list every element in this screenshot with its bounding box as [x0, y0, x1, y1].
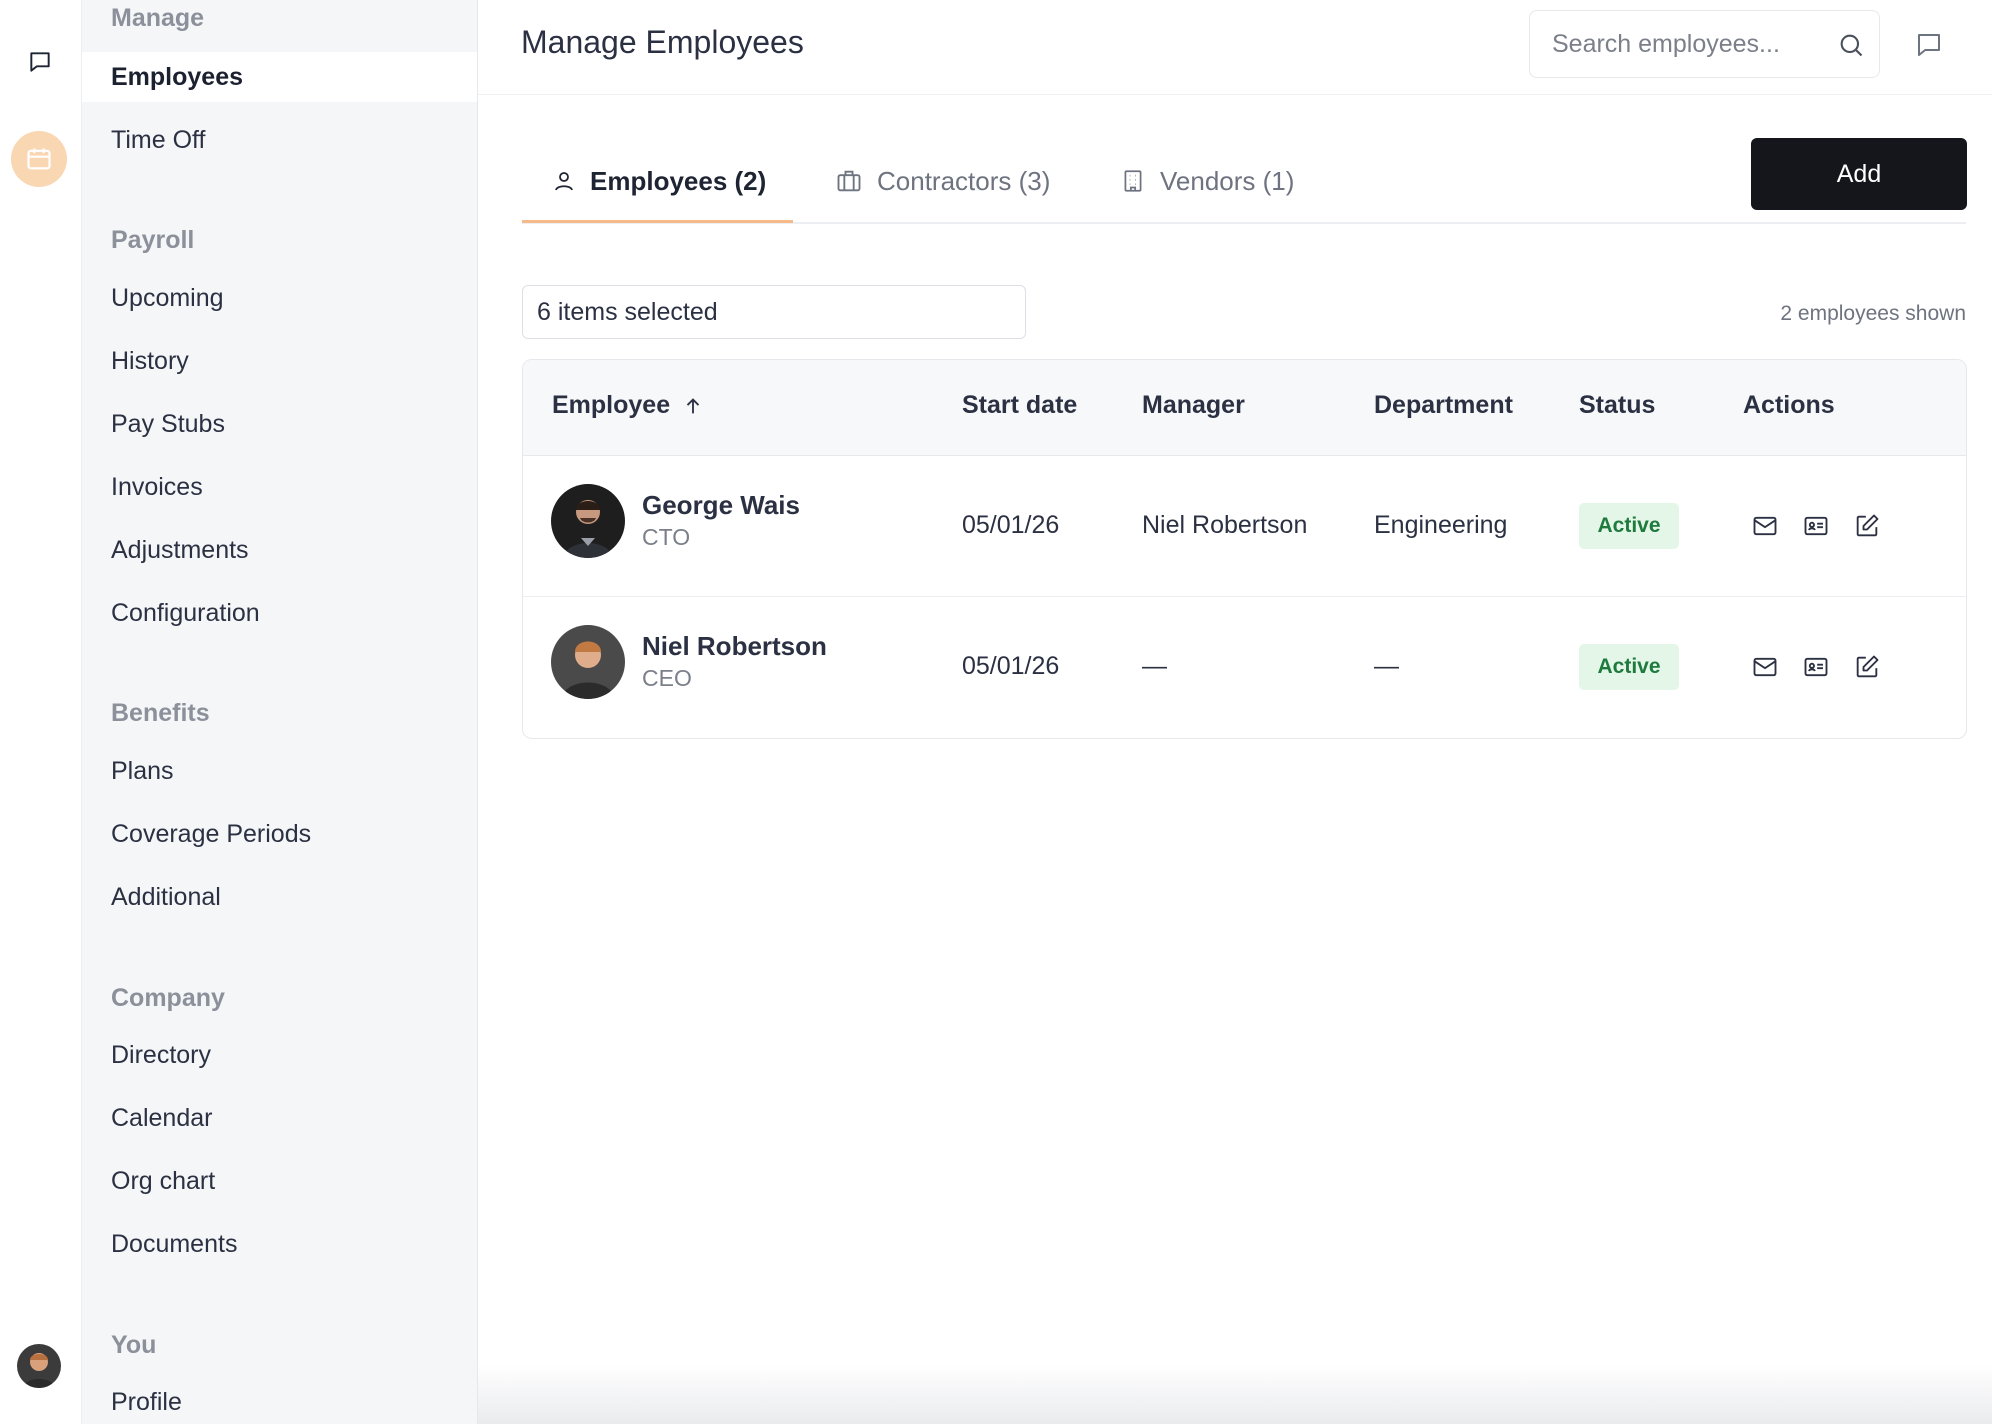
column-employee[interactable]: Employee: [552, 391, 704, 420]
user-avatar[interactable]: [17, 1344, 61, 1388]
sidebar-item-coverage-periods[interactable]: Coverage Periods: [82, 809, 477, 859]
sidebar-item-directory[interactable]: Directory: [82, 1030, 477, 1080]
sidebar-section-you: You: [111, 1331, 157, 1359]
column-start-date[interactable]: Start date: [962, 391, 1077, 420]
employee-role: CTO: [642, 524, 691, 550]
id-card-icon[interactable]: [1800, 510, 1832, 542]
manager: —: [1142, 652, 1167, 680]
column-manager[interactable]: Manager: [1142, 391, 1245, 420]
sidebar-item-org-chart[interactable]: Org chart: [82, 1156, 477, 1206]
tab-vendors[interactable]: Vendors (1): [1120, 138, 1294, 224]
sidebar-item-profile[interactable]: Profile: [82, 1377, 477, 1424]
sidebar-item-pay-stubs[interactable]: Pay Stubs: [82, 399, 477, 449]
icon-rail: [0, 0, 82, 1424]
sidebar-item-documents[interactable]: Documents: [82, 1219, 477, 1269]
table-row[interactable]: Niel Robertson CEO 05/01/26 — — Active: [523, 597, 1966, 738]
column-actions: Actions: [1743, 391, 1835, 419]
status-badge: Active: [1579, 644, 1679, 690]
sidebar-item-time-off[interactable]: Time Off: [82, 115, 477, 165]
message-icon[interactable]: [1914, 30, 1944, 60]
user-icon: [552, 169, 576, 193]
search-icon[interactable]: [1837, 31, 1865, 64]
search-input[interactable]: [1552, 11, 1822, 77]
department: —: [1374, 652, 1399, 680]
sidebar-item-employees[interactable]: Employees: [82, 52, 477, 102]
sidebar-item-calendar[interactable]: Calendar: [82, 1093, 477, 1143]
sidebar-item-invoices[interactable]: Invoices: [82, 462, 477, 512]
sidebar-item-plans[interactable]: Plans: [82, 746, 477, 796]
start-date: 05/01/26: [962, 652, 1060, 680]
sidebar-section-manage: Manage: [111, 4, 205, 32]
add-button[interactable]: Add: [1751, 138, 1967, 210]
table-header: Employee Start date Manager Department S…: [523, 360, 1966, 456]
bottom-fade: [478, 1364, 1992, 1424]
tab-employees[interactable]: Employees (2): [552, 138, 766, 224]
start-date: 05/01/26: [962, 511, 1060, 539]
tab-employees-label: Employees (2): [590, 165, 767, 196]
sidebar-item-upcoming[interactable]: Upcoming: [82, 273, 477, 323]
tab-bar: Employees (2) Contractors (3) Vendors (1…: [522, 138, 1966, 224]
tab-contractors-label: Contractors (3): [877, 165, 1051, 196]
employee-count: 2 employees shown: [1780, 302, 1966, 325]
employee-avatar: [551, 625, 625, 699]
column-department[interactable]: Department: [1374, 391, 1513, 420]
employees-table: Employee Start date Manager Department S…: [522, 359, 1967, 739]
sidebar-section-company: Company: [111, 984, 225, 1012]
employee-name[interactable]: Niel Robertson: [642, 631, 827, 662]
table-row[interactable]: George Wais CTO 05/01/26 Niel Robertson …: [523, 456, 1966, 597]
sidebar-item-adjustments[interactable]: Adjustments: [82, 525, 477, 575]
sidebar-item-history[interactable]: History: [82, 336, 477, 386]
column-status[interactable]: Status: [1579, 391, 1655, 420]
building-icon: [1120, 168, 1146, 194]
tab-contractors[interactable]: Contractors (3): [835, 138, 1050, 224]
selection-filter[interactable]: 6 items selected: [522, 285, 1026, 339]
mail-icon[interactable]: [1749, 510, 1781, 542]
edit-icon[interactable]: [1851, 651, 1883, 683]
manager: Niel Robertson: [1142, 511, 1308, 539]
calendar-app-icon[interactable]: [11, 131, 67, 187]
employee-role: CEO: [642, 665, 692, 691]
column-employee-label: Employee: [552, 391, 671, 419]
employee-name[interactable]: George Wais: [642, 490, 800, 521]
sidebar-section-benefits: Benefits: [111, 699, 210, 727]
page-title: Manage Employees: [521, 24, 804, 60]
id-card-icon[interactable]: [1800, 651, 1832, 683]
search-box[interactable]: [1529, 10, 1880, 78]
briefcase-icon: [835, 167, 863, 195]
active-tab-indicator: [522, 220, 793, 223]
employee-avatar: [551, 484, 625, 558]
status-badge: Active: [1579, 503, 1679, 549]
tab-vendors-label: Vendors (1): [1160, 165, 1295, 196]
edit-icon[interactable]: [1851, 510, 1883, 542]
arrow-up-icon[interactable]: [682, 395, 704, 417]
chat-icon[interactable]: [20, 42, 60, 82]
sidebar: Manage Employees Time Off Payroll Upcomi…: [82, 0, 478, 1424]
sidebar-item-additional[interactable]: Additional: [82, 872, 477, 922]
mail-icon[interactable]: [1749, 651, 1781, 683]
department: Engineering: [1374, 511, 1508, 539]
sidebar-item-configuration[interactable]: Configuration: [82, 588, 477, 638]
sidebar-section-payroll: Payroll: [111, 226, 195, 254]
